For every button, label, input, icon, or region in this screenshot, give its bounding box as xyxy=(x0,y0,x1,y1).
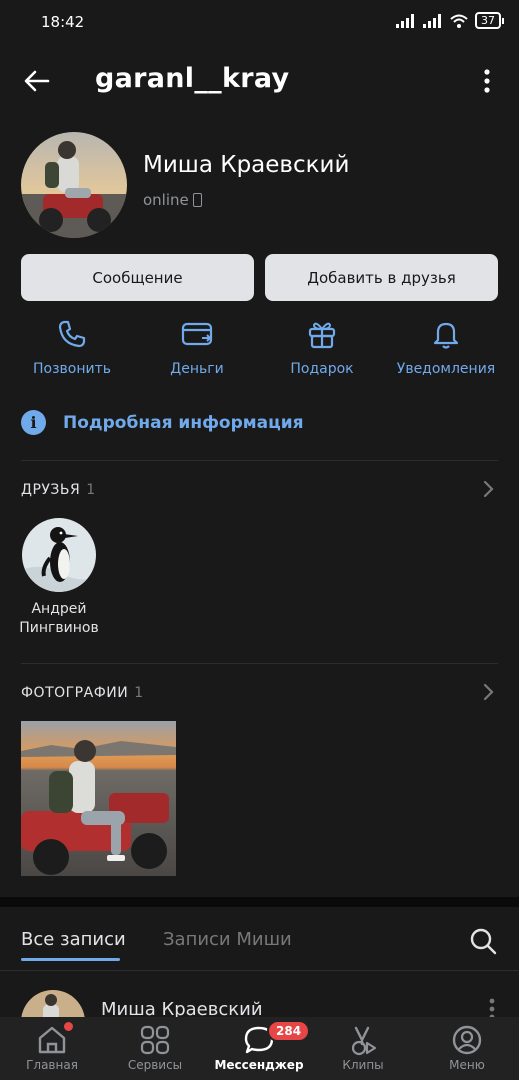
wifi-icon xyxy=(450,14,468,28)
section-divider xyxy=(0,897,519,907)
friend-last-name: Пингвинов xyxy=(19,620,99,636)
chevron-right-icon[interactable] xyxy=(483,683,495,701)
bell-icon xyxy=(433,322,459,349)
friend-first-name: Андрей xyxy=(31,601,87,617)
action-gift-label: Подарок xyxy=(290,361,354,377)
action-notifications-label: Уведомления xyxy=(396,361,496,377)
friends-header[interactable]: ДРУЗЬЯ 1 xyxy=(21,482,96,498)
nav-services-label: Сервисы xyxy=(127,1058,183,1072)
clips-icon xyxy=(351,1026,377,1056)
photo-thumbnail[interactable] xyxy=(21,721,176,876)
divider xyxy=(21,663,498,664)
friend-avatar xyxy=(22,518,96,592)
unread-badge: 284 xyxy=(267,1020,311,1042)
photos-title: ФОТОГРАФИИ xyxy=(21,685,129,701)
phone-icon xyxy=(58,320,86,348)
detailed-info-label: Подробная информация xyxy=(63,412,304,433)
clock: 18:42 xyxy=(41,13,85,31)
action-money-label: Деньги xyxy=(170,361,224,377)
signal-icon xyxy=(396,13,414,28)
online-status: online xyxy=(143,191,202,209)
gift-icon xyxy=(308,322,336,349)
status-icons: 37 xyxy=(396,12,504,29)
notification-dot xyxy=(62,1020,75,1033)
bottom-navigation: Главная Сервисы 284 Мессенджер Клипы Мен… xyxy=(0,1017,519,1080)
add-friend-button[interactable]: Добавить в друзья xyxy=(265,254,498,301)
nav-services[interactable]: Сервисы xyxy=(103,1017,207,1080)
friend-item[interactable]: Андрей Пингвинов xyxy=(17,518,101,638)
signal-icon-2 xyxy=(423,13,441,28)
chevron-right-icon[interactable] xyxy=(483,480,495,498)
photos-count: 1 xyxy=(134,685,144,701)
nav-home[interactable]: Главная xyxy=(0,1017,104,1080)
action-call[interactable]: Позвонить xyxy=(17,318,127,377)
info-icon: i xyxy=(21,410,46,435)
friend-name: Андрей Пингвинов xyxy=(17,600,101,638)
friends-title: ДРУЗЬЯ xyxy=(21,482,81,498)
friends-count: 1 xyxy=(86,482,96,498)
nav-messenger-label: Мессенджер xyxy=(214,1058,304,1072)
nav-home-label: Главная xyxy=(26,1058,78,1072)
profile-icon xyxy=(452,1025,482,1055)
tab-all-posts[interactable]: Все записи xyxy=(21,929,126,950)
card-icon xyxy=(181,322,213,346)
profile-name: Миша Краевский xyxy=(143,152,350,178)
mobile-device-icon xyxy=(192,193,202,207)
more-options-icon[interactable] xyxy=(475,66,499,96)
top-bar: garanl__kray xyxy=(0,52,519,108)
active-tab-indicator xyxy=(21,958,120,961)
message-button[interactable]: Сообщение xyxy=(21,254,254,301)
nav-menu-label: Меню xyxy=(449,1058,485,1072)
quick-actions: Позвонить Деньги Подарок Уведомления xyxy=(0,318,519,388)
action-money[interactable]: Деньги xyxy=(142,318,252,377)
tab-owner-posts[interactable]: Записи Миши xyxy=(163,929,292,950)
divider xyxy=(21,460,498,461)
photos-header[interactable]: ФОТОГРАФИИ 1 xyxy=(21,685,144,701)
action-notifications[interactable]: Уведомления xyxy=(391,318,501,377)
search-icon[interactable] xyxy=(469,927,497,955)
back-arrow-icon[interactable] xyxy=(22,66,52,96)
nav-clips-label: Клипы xyxy=(342,1058,384,1072)
nav-clips[interactable]: Клипы xyxy=(311,1017,415,1080)
battery-icon: 37 xyxy=(475,12,504,29)
nav-menu[interactable]: Меню xyxy=(415,1017,519,1080)
action-gift[interactable]: Подарок xyxy=(267,318,377,377)
detailed-info-link[interactable]: i Подробная информация xyxy=(21,410,304,435)
profile-avatar[interactable] xyxy=(21,132,127,238)
services-icon xyxy=(140,1025,170,1055)
divider xyxy=(0,970,519,971)
action-call-label: Позвонить xyxy=(32,361,111,377)
page-title: garanl__kray xyxy=(95,63,290,94)
nav-messenger[interactable]: 284 Мессенджер xyxy=(207,1017,311,1080)
status-bar: 18:42 37 xyxy=(0,0,519,46)
online-text: online xyxy=(143,191,189,209)
